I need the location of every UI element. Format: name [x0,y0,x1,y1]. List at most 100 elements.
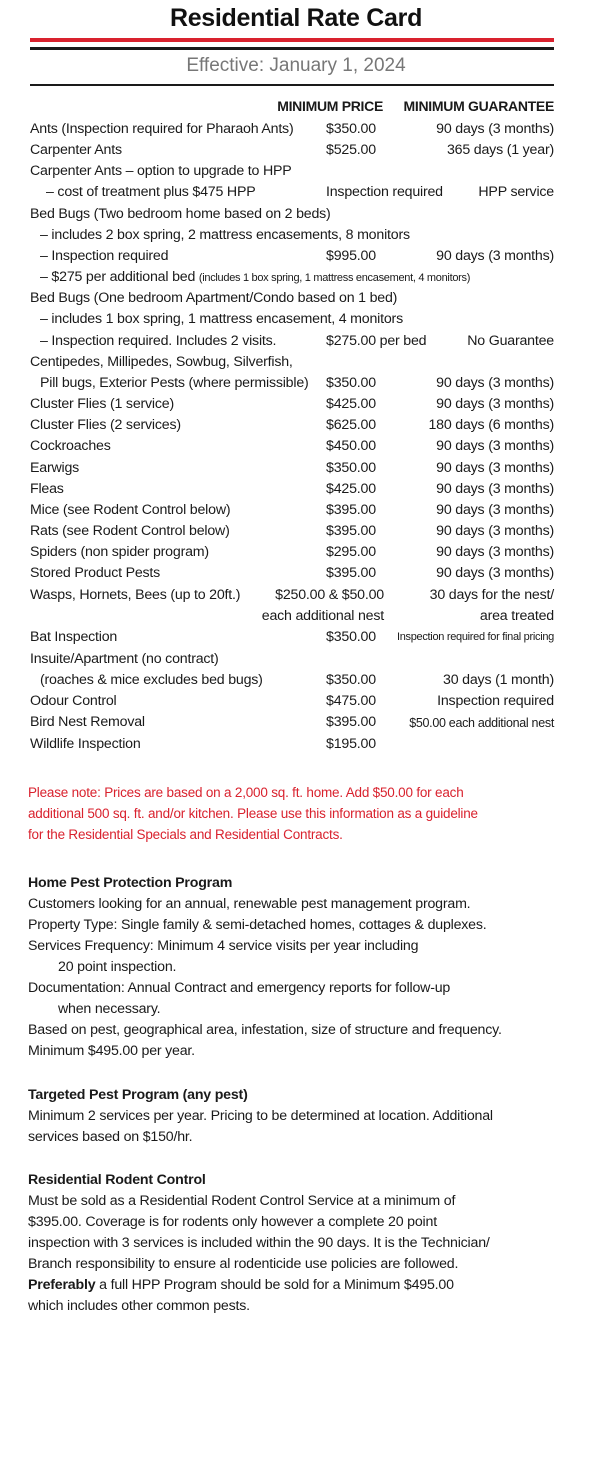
row-description: Rats (see Rodent Control below) [30,523,230,539]
table-row: Wildlife Inspection $195.00 [0,736,592,757]
row-price: $450.00 [326,438,376,454]
section-heading: Home Pest Protection Program [28,875,233,891]
black-divider [30,47,554,50]
section-text: Based on pest, geographical area, infest… [28,1022,502,1038]
row-price: $295.00 [326,544,376,560]
targeted-section: Targeted Pest Program (any pest) Minimum… [28,1085,558,1148]
row-guarantee: HPP service [478,184,554,200]
row-description: Cluster Flies (1 service) [30,396,174,412]
section-text: services based on $150/hr. [28,1129,193,1145]
table-row: Ants (Inspection required for Pharaoh An… [0,121,592,142]
row-guarantee: area treated [479,608,554,624]
section-text: $395.00. Coverage is for rodents only ho… [28,1214,437,1230]
table-row: – includes 1 box spring, 1 mattress enca… [0,311,592,332]
note-line: for the Residential Specials and Residen… [28,827,343,842]
emphasis-text: Preferably [28,1277,96,1293]
row-description: – $275 per additional bed (includes 1 bo… [40,269,470,285]
row-description: Carpenter Ants – option to upgrade to HP… [30,163,292,179]
table-row: – $275 per additional bed (includes 1 bo… [0,269,592,290]
row-description: Odour Control [30,693,117,709]
table-row: Cluster Flies (1 service) $425.00 90 day… [0,396,592,417]
row-price: $625.00 [326,417,376,433]
section-heading: Targeted Pest Program (any pest) [28,1087,248,1103]
row-description: Insuite/Apartment (no contract) [30,651,219,667]
row-guarantee: 90 days (3 months) [436,460,554,476]
section-text: Services Frequency: Minimum 4 service vi… [28,938,419,954]
row-description: Spiders (non spider program) [30,544,209,560]
table-row: Fleas $425.00 90 days (3 months) [0,481,592,502]
row-price: $275.00 per bed [326,333,427,349]
table-row: Cockroaches $450.00 90 days (3 months) [0,438,592,459]
row-price: $350.00 [326,121,376,137]
row-price: $395.00 [326,565,376,581]
header-minimum-price: MINIMUM PRICE [277,98,383,114]
row-description: – cost of treatment plus $475 HPP [46,184,256,200]
row-price: $395.00 [326,502,376,518]
row-guarantee: 90 days (3 months) [436,481,554,497]
table-row: Carpenter Ants – option to upgrade to HP… [0,163,592,184]
row-description-detail: (includes 1 box spring, 1 mattress encas… [198,272,471,284]
page-title: Residential Rate Card [169,4,423,32]
table-row: Bed Bugs (One bedroom Apartment/Condo ba… [0,290,592,311]
row-price: $350.00 [326,375,376,391]
section-text: Minimum 2 services per year. Pricing to … [28,1108,493,1124]
pricing-note: Please note: Prices are based on a 2,000… [28,782,538,845]
rodent-section: Residential Rodent Control Must be sold … [28,1170,558,1317]
row-price: $425.00 [326,396,376,412]
table-row: – cost of treatment plus $475 HPP Inspec… [0,184,592,205]
row-guarantee: 90 days (3 months) [436,544,554,560]
section-text: which includes other common pests. [28,1298,250,1314]
section-text: inspection with 3 services is included w… [28,1235,490,1251]
section-text: Preferably a full HPP Program should be … [28,1275,558,1296]
row-guarantee: 90 days (3 months) [436,121,554,137]
row-price: $350.00 [326,672,376,688]
table-row: Wasps, Hornets, Bees (up to 20ft.) $250.… [0,587,592,608]
table-row: Rats (see Rodent Control below) $395.00 … [0,523,592,544]
table-row: Bird Nest Removal $395.00 $50.00 each ad… [0,714,592,735]
row-description: – Inspection required [40,248,169,264]
row-description: – includes 2 box spring, 2 mattress enca… [40,227,410,243]
row-guarantee: 365 days (1 year) [446,142,554,158]
table-row: – Inspection required. Includes 2 visits… [0,333,592,354]
section-text: Minimum $495.00 per year. [28,1043,195,1059]
row-guarantee: 90 days (3 months) [436,248,554,264]
table-row: – Inspection required $995.00 90 days (3… [0,248,592,269]
table-row: Centipedes, Millipedes, Sowbug, Silverfi… [0,354,592,375]
section-text: Customers looking for an annual, renewab… [28,896,471,912]
table-row: Odour Control $475.00 Inspection require… [0,693,592,714]
section-text: Property Type: Single family & semi-deta… [28,917,487,933]
row-description: Fleas [30,481,64,497]
note-line: additional 500 sq. ft. and/or kitchen. P… [28,806,478,821]
row-price: each additional nest [261,608,384,624]
row-price: $475.00 [326,693,376,709]
rate-card-page: Residential Rate Card Effective: January… [0,0,592,1480]
row-description: – Inspection required. Includes 2 visits… [40,333,277,349]
row-guarantee: 90 days (3 months) [436,375,554,391]
table-row: Bed Bugs (Two bedroom home based on 2 be… [0,206,592,227]
section-text: when necessary. [58,1001,161,1017]
row-guarantee: 90 days (3 months) [436,438,554,454]
row-description: Cockroaches [30,438,111,454]
header-minimum-guarantee: MINIMUM GUARANTEE [403,98,555,114]
section-text-rest: a full HPP Program should be sold for a … [95,1277,454,1293]
row-price: $350.00 [326,460,376,476]
row-description: Wasps, Hornets, Bees (up to 20ft.) [30,587,241,603]
row-price: $350.00 [326,629,376,645]
table-row: Stored Product Pests $395.00 90 days (3 … [0,565,592,586]
row-description: Bird Nest Removal [30,714,145,730]
row-description: Cluster Flies (2 services) [30,417,181,433]
row-guarantee: 180 days (6 months) [428,417,554,433]
table-row: Carpenter Ants $525.00 365 days (1 year) [0,142,592,163]
row-price: $995.00 [326,248,376,264]
row-description: Carpenter Ants [30,142,122,158]
row-description: Centipedes, Millipedes, Sowbug, Silverfi… [30,354,293,370]
section-text: Must be sold as a Residential Rodent Con… [28,1193,456,1209]
table-row: Insuite/Apartment (no contract) [0,651,592,672]
row-description: Bat Inspection [30,629,118,645]
row-guarantee: $50.00 each additional nest [409,716,554,730]
row-description: Earwigs [30,460,80,476]
table-row: Cluster Flies (2 services) $625.00 180 d… [0,417,592,438]
row-guarantee: Inspection required for final pricing [396,631,554,643]
row-price: $395.00 [326,523,376,539]
row-description: Wildlife Inspection [30,736,141,752]
